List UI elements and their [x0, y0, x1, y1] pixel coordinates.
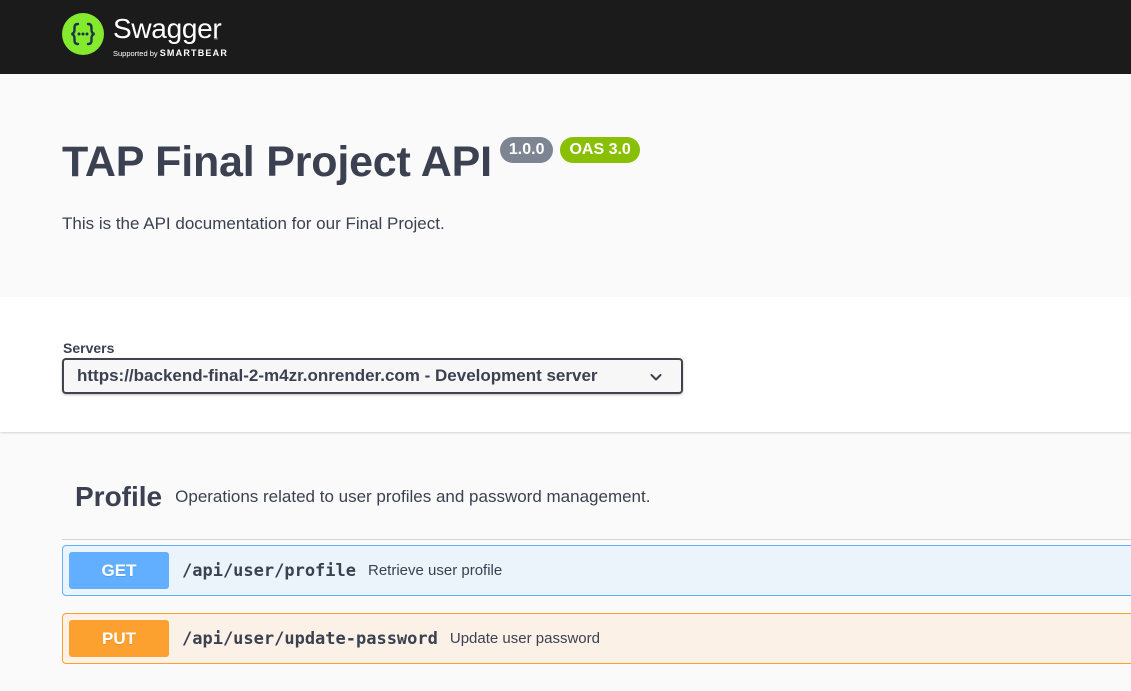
- api-description: This is the API documentation for our Fi…: [62, 214, 445, 233]
- swagger-braces-icon: [62, 13, 104, 55]
- page-title: TAP Final Project API: [62, 138, 492, 186]
- smartbear-text: SMARTBEAR: [159, 48, 229, 58]
- operation-path: /api/user/profile: [182, 560, 356, 581]
- servers-section: Servers https://backend-final-2-m4zr.onr…: [0, 297, 1131, 432]
- server-select[interactable]: https://backend-final-2-m4zr.onrender.co…: [62, 358, 683, 394]
- tag-name: Profile: [75, 481, 163, 512]
- operation-path: /api/user/update-password: [182, 628, 438, 649]
- server-selected-value: https://backend-final-2-m4zr.onrender.co…: [77, 366, 598, 385]
- tag-header-profile[interactable]: Profile Operations related to user profi…: [62, 478, 1131, 540]
- top-bar: Swagger ™ Supported by SMARTBEAR: [0, 0, 1131, 74]
- oas-badge: OAS 3.0: [560, 137, 640, 163]
- supported-by-text: Supported by: [113, 49, 158, 58]
- chevron-down-icon: [650, 374, 662, 381]
- brand-text: Swagger ™ Supported by SMARTBEAR: [113, 13, 228, 58]
- method-badge: GET: [69, 552, 169, 589]
- version-badge: 1.0.0: [499, 137, 554, 163]
- brand-supported-by: Supported by SMARTBEAR: [113, 48, 229, 59]
- operation-get-user-profile[interactable]: GET /api/user/profile Retrieve user prof…: [62, 545, 1131, 596]
- operation-put-update-password[interactable]: PUT /api/user/update-password Update use…: [62, 613, 1131, 664]
- brand-trademark: ™: [213, 37, 218, 43]
- servers-label: Servers: [63, 340, 115, 356]
- info-title-row: TAP Final Project API 1.0.0 OAS 3.0: [62, 136, 640, 188]
- operation-summary: Retrieve user profile: [368, 562, 503, 579]
- tag-description: Operations related to user profiles and …: [175, 487, 651, 506]
- operation-summary: Update user password: [449, 630, 600, 647]
- swagger-logo-link[interactable]: Swagger ™ Supported by SMARTBEAR: [62, 13, 228, 58]
- brand-name: Swagger: [113, 13, 222, 44]
- method-badge: PUT: [69, 620, 169, 657]
